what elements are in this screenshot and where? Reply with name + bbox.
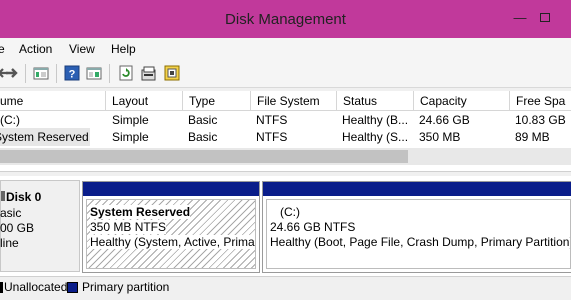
menu-bar: e Action View Help xyxy=(0,38,571,60)
properties-icon[interactable] xyxy=(86,65,102,81)
column-header-volume[interactable]: ume xyxy=(0,91,105,111)
minimize-button[interactable]: — xyxy=(512,8,528,28)
forward-arrow-icon[interactable] xyxy=(4,65,20,81)
cell-type: Basic xyxy=(188,130,218,144)
toolbar-separator xyxy=(25,64,26,83)
column-header-free-space[interactable]: Free Spa xyxy=(509,91,571,111)
legend-label-primary: Primary partition xyxy=(82,280,170,294)
scrollbar-thumb[interactable] xyxy=(0,150,408,163)
cell-capacity: 24.66 GB xyxy=(419,113,470,127)
toolbar-separator xyxy=(109,64,110,83)
disk-status: line xyxy=(0,236,19,250)
column-header-type[interactable]: Type xyxy=(182,91,250,111)
volume-list-header: ume Layout Type File System Status Capac… xyxy=(0,91,571,111)
partition-name: (C:) xyxy=(280,205,300,219)
partition-c-drive[interactable]: (C:) 24.66 GB NTFS Healthy (Boot, Page F… xyxy=(262,181,571,273)
cell-layout: Simple xyxy=(112,113,149,127)
menu-help[interactable]: Help xyxy=(111,42,136,56)
menu-action[interactable]: Action xyxy=(19,42,52,56)
partition-body: (C:) 24.66 GB NTFS Healthy (Boot, Page F… xyxy=(266,199,571,269)
help-icon[interactable]: ? xyxy=(64,65,80,81)
horizontal-scrollbar[interactable] xyxy=(0,148,571,165)
cell-free-space: 10.83 GB xyxy=(515,113,566,127)
partition-body: System Reserved 350 MB NTFS Healthy (Sys… xyxy=(86,199,256,269)
cell-volume: (C:) xyxy=(0,113,20,127)
cell-layout: Simple xyxy=(112,130,149,144)
console-tree-icon[interactable] xyxy=(33,65,49,81)
column-header-capacity[interactable]: Capacity xyxy=(413,91,509,111)
partition-bar xyxy=(83,182,259,196)
refresh-icon[interactable] xyxy=(118,65,134,81)
volume-list: ume Layout Type File System Status Capac… xyxy=(0,91,571,171)
partition-name: System Reserved xyxy=(90,205,191,219)
cell-capacity: 350 MB xyxy=(419,130,461,144)
column-header-layout[interactable]: Layout xyxy=(105,91,182,111)
disk-name: Disk 0 xyxy=(6,190,42,204)
table-row[interactable]: (C:) Simple Basic NTFS Healthy (B... 24.… xyxy=(0,111,571,129)
window-title: Disk Management xyxy=(225,11,346,28)
maximize-button[interactable] xyxy=(538,8,552,28)
disk-type: asic xyxy=(0,206,22,220)
legend-label-unallocated: Unallocated xyxy=(4,280,68,294)
partition-system-reserved[interactable]: System Reserved 350 MB NTFS Healthy (Sys… xyxy=(82,181,260,273)
partition-size: 350 MB NTFS xyxy=(90,220,167,234)
disk-properties-icon[interactable] xyxy=(141,65,157,81)
legend-swatch-unallocated xyxy=(0,282,3,293)
partition-status: Healthy (System, Active, Primar xyxy=(90,235,255,250)
toolbar: ? xyxy=(0,60,571,88)
menu-file-fragment[interactable]: e xyxy=(0,42,6,56)
cell-file-system: NTFS xyxy=(256,130,288,144)
cell-type: Basic xyxy=(188,113,218,127)
disk-size: 00 GB xyxy=(0,221,35,235)
column-header-file-system[interactable]: File System xyxy=(250,91,336,111)
toolbar-separator xyxy=(56,64,57,83)
cell-file-system: NTFS xyxy=(256,113,288,127)
menu-view[interactable]: View xyxy=(69,42,95,56)
table-row[interactable]: System Reserved Simple Basic NTFS Health… xyxy=(0,128,571,146)
cell-status: Healthy (S... xyxy=(342,130,409,144)
cell-volume: System Reserved xyxy=(0,128,90,146)
legend: Unallocated Primary partition xyxy=(0,276,571,300)
legend-swatch-primary xyxy=(67,282,78,293)
disk-management-window: Disk Management — e Action View Help ? u… xyxy=(0,0,571,300)
svg-text:?: ? xyxy=(69,69,76,81)
column-header-status[interactable]: Status xyxy=(336,91,413,111)
disk-0-label[interactable]: Disk 0 asic 00 GB line xyxy=(0,180,80,272)
settings-icon[interactable] xyxy=(164,65,180,81)
disk-pane: Disk 0 asic 00 GB line System Reserved 3… xyxy=(0,176,571,276)
partition-status: Healthy (Boot, Page File, Crash Dump, Pr… xyxy=(270,235,570,249)
disk-icon xyxy=(1,191,5,201)
cell-free-space: 89 MB xyxy=(515,130,550,144)
cell-status: Healthy (B... xyxy=(342,113,409,127)
maximize-icon xyxy=(540,13,550,22)
title-bar[interactable]: Disk Management — xyxy=(0,0,571,38)
partition-bar xyxy=(263,182,571,196)
partition-size: 24.66 GB NTFS xyxy=(270,220,356,234)
